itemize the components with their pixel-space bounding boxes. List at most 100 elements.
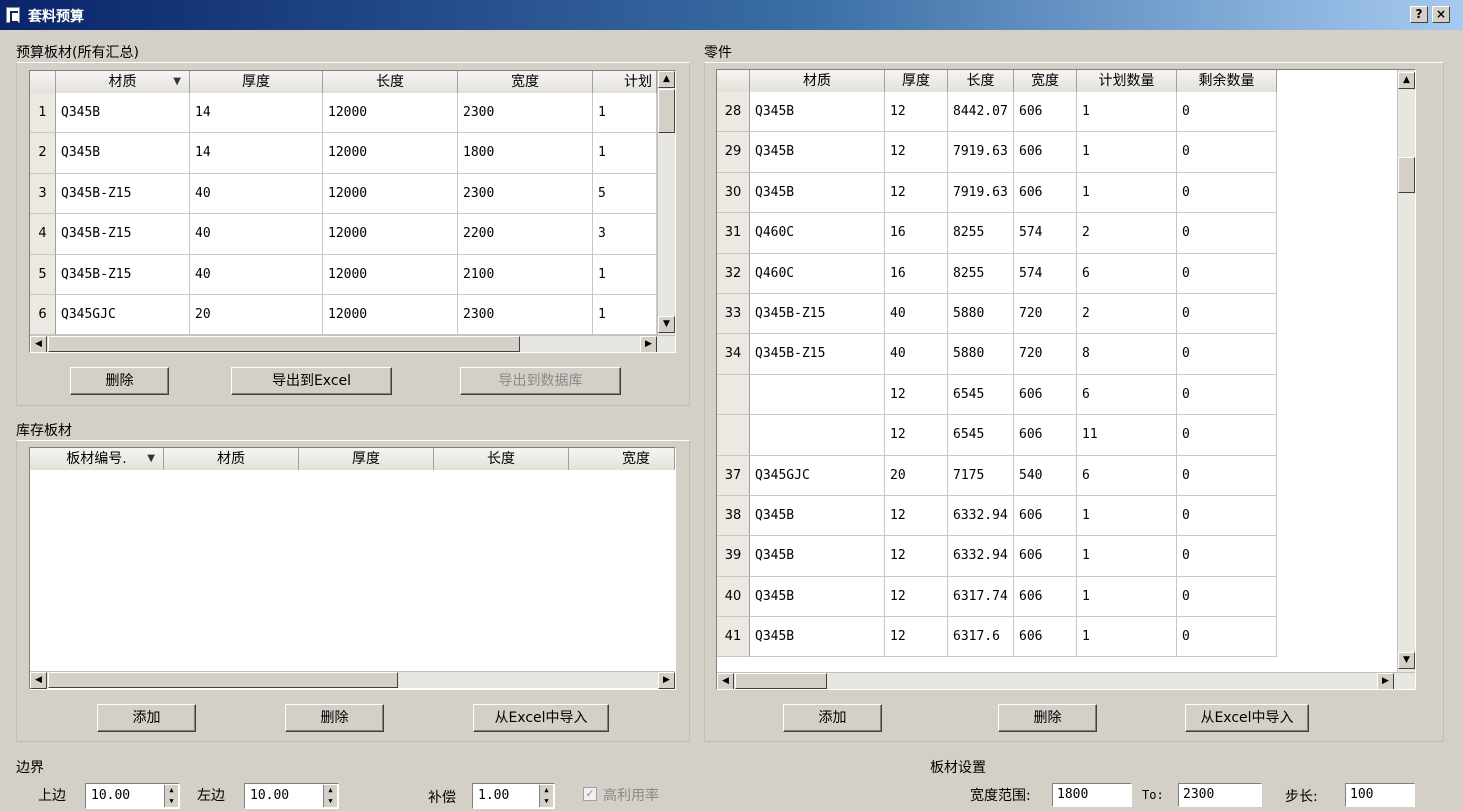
table-cell[interactable]: 14 bbox=[190, 93, 323, 134]
table-cell[interactable]: Q345B bbox=[750, 617, 885, 658]
row-number[interactable] bbox=[717, 374, 750, 416]
scroll-right-icon[interactable]: ▶ bbox=[1377, 673, 1394, 689]
table-cell[interactable]: 0 bbox=[1177, 132, 1277, 173]
table-cell[interactable]: 606 bbox=[1014, 92, 1077, 133]
scroll-up-icon[interactable]: ▲ bbox=[658, 71, 675, 88]
parts-import-button[interactable]: 从Excel中导入 bbox=[1185, 704, 1309, 732]
table-cell[interactable]: 1 bbox=[1077, 132, 1177, 173]
table-cell[interactable]: 5880 bbox=[948, 293, 1014, 335]
row-number[interactable]: 39 bbox=[717, 536, 750, 577]
table-cell[interactable]: 12000 bbox=[323, 214, 458, 255]
table-cell[interactable]: Q345B-Z15 bbox=[56, 173, 190, 215]
scroll-down-icon[interactable]: ▼ bbox=[1398, 652, 1415, 669]
table-cell[interactable]: 40 bbox=[885, 293, 948, 335]
table-cell[interactable]: Q345B bbox=[750, 132, 885, 173]
table-cell[interactable]: 11 bbox=[1077, 415, 1177, 456]
table-cell[interactable]: Q345GJC bbox=[750, 455, 885, 496]
row-number[interactable]: 30 bbox=[717, 172, 750, 214]
table-cell[interactable]: 606 bbox=[1014, 536, 1077, 577]
spin-arrows-icon[interactable]: ▲ ▼ bbox=[539, 785, 553, 807]
table-row[interactable]: 33 Q345B-Z15 40 5880 720 2 0 bbox=[717, 293, 1277, 335]
export-database-button[interactable]: 导出到数据库 bbox=[460, 367, 621, 395]
table-cell[interactable]: Q345B bbox=[750, 92, 885, 133]
table-cell[interactable]: 1 bbox=[593, 294, 657, 336]
table-cell[interactable]: 1 bbox=[1077, 92, 1177, 133]
table-cell[interactable]: 6 bbox=[1077, 253, 1177, 294]
table-cell[interactable]: 7175 bbox=[948, 455, 1014, 496]
table-cell[interactable]: Q345B bbox=[56, 133, 190, 174]
budget-hscrollbar[interactable]: ◀ ▶ bbox=[30, 335, 675, 352]
table-cell[interactable]: 0 bbox=[1177, 213, 1277, 254]
table-cell[interactable]: 2100 bbox=[458, 254, 593, 295]
table-cell[interactable]: 2 bbox=[1077, 213, 1177, 254]
scroll-down-icon[interactable]: ▼ bbox=[658, 316, 675, 333]
row-number[interactable]: 40 bbox=[717, 576, 750, 618]
table-cell[interactable]: 606 bbox=[1014, 172, 1077, 214]
table-cell[interactable]: 12000 bbox=[323, 93, 458, 134]
row-number[interactable]: 2 bbox=[30, 133, 56, 174]
table-cell[interactable]: 6545 bbox=[948, 415, 1014, 456]
table-cell[interactable]: 3 bbox=[593, 214, 657, 255]
stock-hscrollbar[interactable]: ◀ ▶ bbox=[30, 671, 675, 689]
table-row[interactable]: 12 6545 606 6 0 bbox=[717, 374, 1277, 416]
budget-table[interactable]: 材质 ▼ 厚度 长度 宽度 计划 1 Q345B 14 12000 2300 1 2 Q345B… bbox=[29, 70, 676, 353]
table-cell[interactable]: Q345B bbox=[750, 576, 885, 618]
high-utilization-checkbox[interactable]: ✓ bbox=[583, 787, 597, 801]
table-cell[interactable]: 0 bbox=[1177, 495, 1277, 537]
stock-add-button[interactable]: 添加 bbox=[97, 704, 196, 732]
table-cell[interactable]: 0 bbox=[1177, 536, 1277, 577]
table-cell[interactable]: 40 bbox=[190, 254, 323, 295]
stock-table[interactable]: 板材编号. ▼ 材质 厚度 长度 宽度 ◀ ▶ bbox=[29, 447, 676, 690]
scroll-thumb[interactable] bbox=[735, 673, 827, 689]
table-cell[interactable] bbox=[750, 374, 885, 416]
table-cell[interactable]: 12 bbox=[885, 576, 948, 618]
table-row[interactable]: 39 Q345B 12 6332.94 606 1 0 bbox=[717, 536, 1277, 577]
table-row[interactable]: 41 Q345B 12 6317.6 606 1 0 bbox=[717, 617, 1277, 658]
table-row[interactable]: 34 Q345B-Z15 40 5880 720 8 0 bbox=[717, 334, 1277, 375]
scroll-left-icon[interactable]: ◀ bbox=[30, 336, 47, 352]
row-number[interactable]: 29 bbox=[717, 132, 750, 173]
table-cell[interactable]: 1 bbox=[593, 93, 657, 134]
parts-add-button[interactable]: 添加 bbox=[783, 704, 882, 732]
row-number[interactable]: 1 bbox=[30, 93, 56, 134]
table-cell[interactable]: 0 bbox=[1177, 172, 1277, 214]
table-cell[interactable]: 0 bbox=[1177, 334, 1277, 375]
table-row[interactable]: 31 Q460C 16 8255 574 2 0 bbox=[717, 213, 1277, 254]
table-cell[interactable]: 1800 bbox=[458, 133, 593, 174]
table-cell[interactable]: Q345B-Z15 bbox=[750, 293, 885, 335]
spin-arrows-icon[interactable]: ▲ ▼ bbox=[164, 785, 178, 807]
table-cell[interactable]: 606 bbox=[1014, 495, 1077, 537]
table-cell[interactable]: 606 bbox=[1014, 576, 1077, 618]
top-margin-spinbox[interactable]: 10.00 ▲ ▼ bbox=[85, 783, 180, 809]
table-cell[interactable]: 12 bbox=[885, 415, 948, 456]
table-row[interactable]: 5 Q345B-Z15 40 12000 2100 1 bbox=[30, 254, 657, 295]
budget-col-thickness[interactable]: 厚度 bbox=[190, 71, 323, 93]
parts-col-width[interactable]: 宽度 bbox=[1014, 70, 1077, 92]
parts-col-thickness[interactable]: 厚度 bbox=[885, 70, 948, 92]
budget-col-plan[interactable]: 计划 bbox=[593, 71, 657, 93]
table-cell[interactable]: 16 bbox=[885, 253, 948, 294]
parts-delete-button[interactable]: 删除 bbox=[998, 704, 1097, 732]
scroll-left-icon[interactable]: ◀ bbox=[30, 672, 47, 689]
table-cell[interactable]: Q345B bbox=[750, 172, 885, 214]
table-row[interactable]: 38 Q345B 12 6332.94 606 1 0 bbox=[717, 495, 1277, 537]
row-number[interactable]: 33 bbox=[717, 293, 750, 335]
stock-import-button[interactable]: 从Excel中导入 bbox=[473, 704, 609, 732]
step-input[interactable]: 100 bbox=[1345, 783, 1415, 807]
table-cell[interactable]: 12000 bbox=[323, 254, 458, 295]
row-number[interactable]: 5 bbox=[30, 254, 56, 295]
table-cell[interactable]: 1 bbox=[1077, 576, 1177, 618]
scroll-up-icon[interactable]: ▲ bbox=[1398, 72, 1415, 89]
table-cell[interactable]: Q345B-Z15 bbox=[750, 334, 885, 375]
table-row[interactable]: 30 Q345B 12 7919.63 606 1 0 bbox=[717, 172, 1277, 214]
table-cell[interactable]: 0 bbox=[1177, 617, 1277, 658]
table-cell[interactable]: 14 bbox=[190, 133, 323, 174]
parts-col-plan-qty[interactable]: 计划数量 bbox=[1077, 70, 1177, 92]
row-number[interactable]: 6 bbox=[30, 294, 56, 336]
table-cell[interactable]: 5 bbox=[593, 173, 657, 215]
table-cell[interactable]: 8255 bbox=[948, 213, 1014, 254]
table-cell[interactable]: 1 bbox=[593, 133, 657, 174]
parts-table[interactable]: 材质 厚度 长度 宽度 计划数量 剩余数量 28 Q345B 12 8442.07 60… bbox=[716, 69, 1416, 690]
table-cell[interactable]: 540 bbox=[1014, 455, 1077, 496]
table-cell[interactable]: Q460C bbox=[750, 213, 885, 254]
